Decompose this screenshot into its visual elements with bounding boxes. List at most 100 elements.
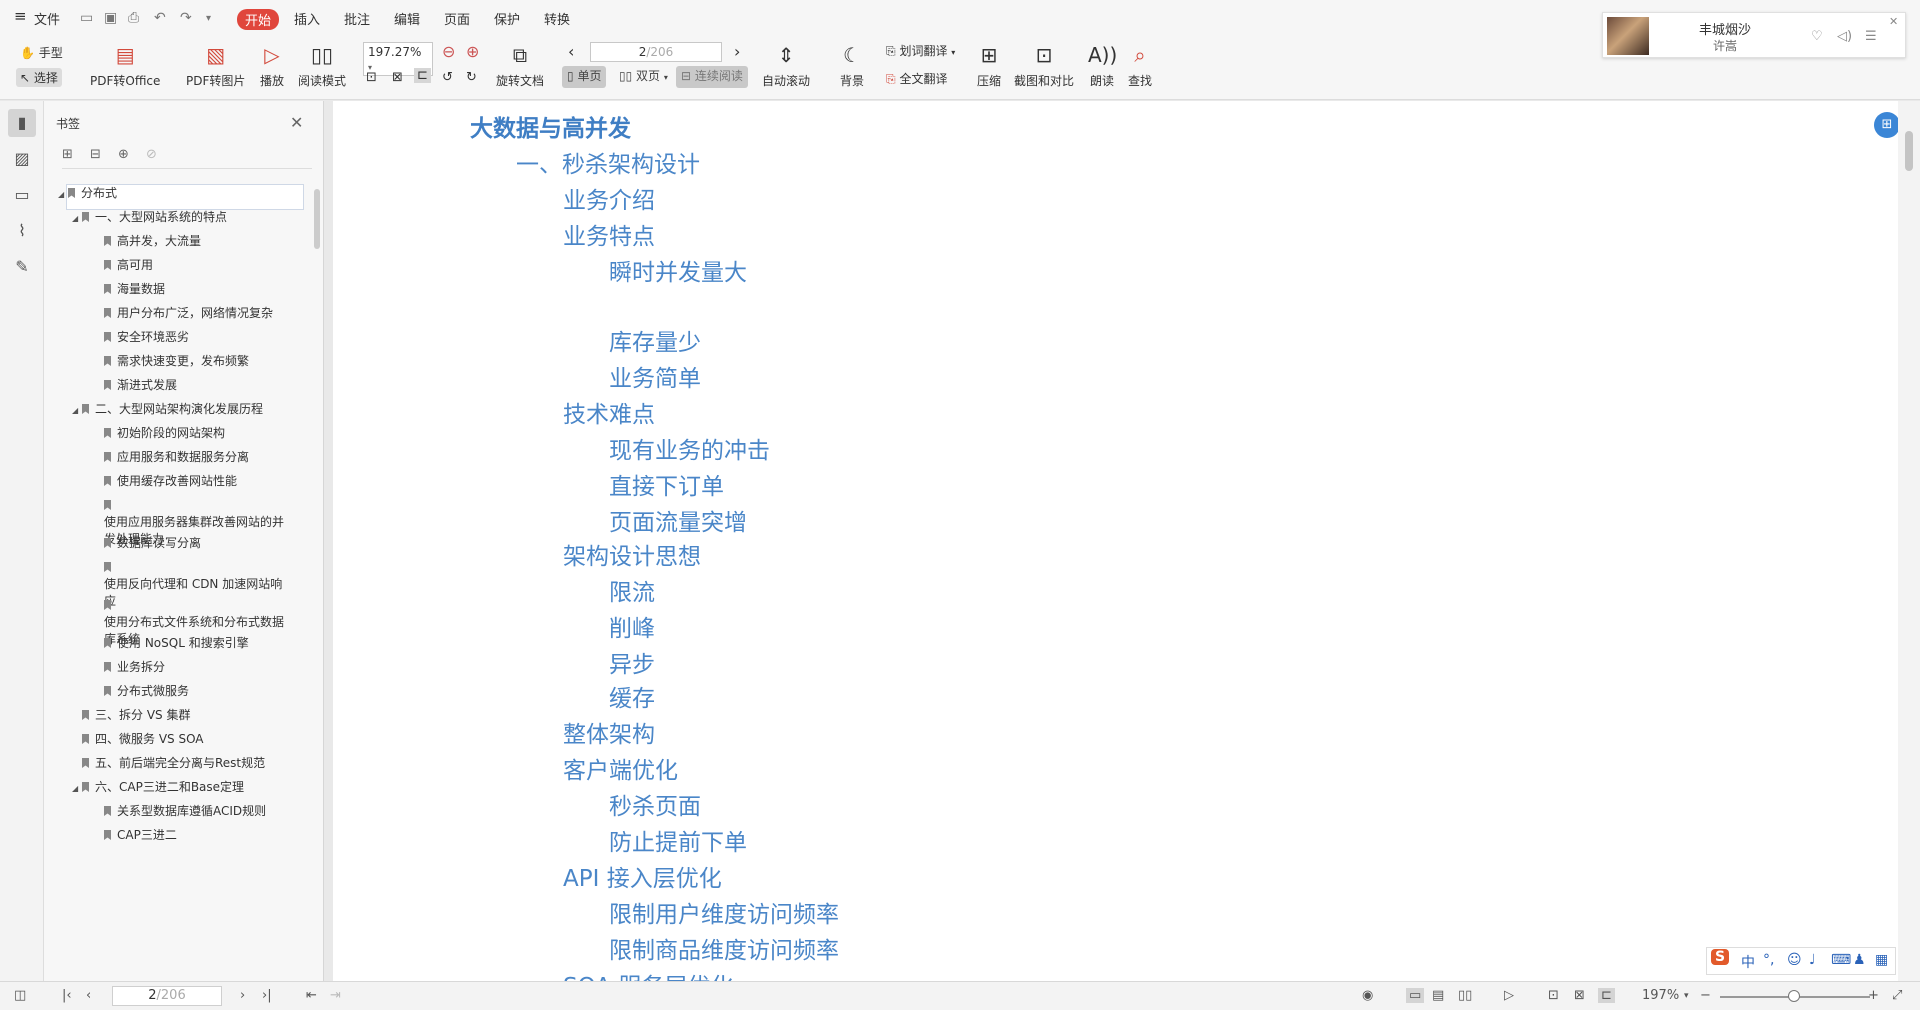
bookmark-item[interactable]: 高并发，大流量 xyxy=(104,233,201,250)
status-fit-width-icon[interactable]: ⊏ xyxy=(1598,988,1615,1003)
translate-dropdown-icon[interactable]: ▾ xyxy=(951,48,955,57)
compress-button[interactable]: ⊞ 压缩 xyxy=(975,42,1003,89)
ime-menu-icon[interactable]: ▦ xyxy=(1875,952,1888,968)
bookmark-item[interactable]: 渐进式发展 xyxy=(104,377,177,394)
close-panel-icon[interactable]: ✕ xyxy=(290,113,303,132)
add-bookmark-icon[interactable]: ⊕ xyxy=(118,147,129,162)
tab-annotate[interactable]: 批注 xyxy=(344,9,370,28)
forward-icon[interactable]: ⇥ xyxy=(330,988,341,1003)
eye-protection-icon[interactable]: ◉ xyxy=(1362,988,1373,1003)
expand-arrow-icon[interactable]: ◢ xyxy=(72,210,82,227)
expand-arrow-icon[interactable]: ◢ xyxy=(58,186,68,203)
rotate-doc-button[interactable]: ⧉ 旋转文档 xyxy=(496,42,544,89)
status-play-icon[interactable]: ▷ xyxy=(1504,988,1514,1003)
tab-protect[interactable]: 保护 xyxy=(494,9,520,28)
zoom-out-icon[interactable]: ⊖ xyxy=(442,42,455,61)
auto-scroll-button[interactable]: ⇕ 自动滚动 xyxy=(762,42,810,89)
zoom-slider-knob[interactable] xyxy=(1788,990,1800,1002)
delete-bookmark-icon[interactable]: ⊘ xyxy=(146,147,157,162)
status-continuous-icon[interactable]: ▤ xyxy=(1432,988,1444,1003)
status-fit-page-icon[interactable]: ⊠ xyxy=(1574,988,1585,1003)
double-page-dropdown-icon[interactable]: ▾ xyxy=(664,73,668,82)
background-button[interactable]: ☾ 背景 xyxy=(838,42,866,89)
pdf-to-office-button[interactable]: ▤ PDF转Office xyxy=(90,42,160,89)
microphone-icon[interactable]: ♩ xyxy=(1809,952,1816,968)
signature-icon[interactable]: ✎ xyxy=(8,253,36,281)
last-page-icon[interactable]: ›| xyxy=(262,988,272,1003)
status-double-page-icon[interactable]: ▯▯ xyxy=(1458,988,1472,1003)
thumbnail-icon[interactable]: ▨ xyxy=(8,145,36,173)
tab-insert[interactable]: 插入 xyxy=(294,9,320,28)
find-button[interactable]: ⌕ 查找 xyxy=(1126,42,1154,89)
bookmark-item[interactable]: 数据库读写分离 xyxy=(104,535,201,552)
save-icon[interactable]: ▣ xyxy=(104,10,117,26)
undo-icon[interactable]: ↶ xyxy=(154,10,166,26)
collapse-all-icon[interactable]: ⊟ xyxy=(90,147,101,162)
word-translate-button[interactable]: ⎘ 划词翻译 ▾ xyxy=(886,42,955,59)
rotate-right-icon[interactable]: ↻ xyxy=(466,70,477,85)
quick-access-dropdown-icon[interactable]: ▾ xyxy=(206,13,211,24)
bookmark-scrollbar[interactable] xyxy=(314,189,320,249)
read-aloud-button[interactable]: A)) 朗读 xyxy=(1088,42,1117,89)
bookmark-item[interactable]: 应用服务和数据服务分离 xyxy=(104,449,249,466)
comment-icon[interactable]: ▭ xyxy=(8,181,36,209)
screenshot-compare-button[interactable]: ⊡ 截图和对比 xyxy=(1014,42,1074,89)
bookmark-item[interactable]: 初始阶段的网站架构 xyxy=(104,425,225,442)
tab-edit[interactable]: 编辑 xyxy=(394,9,420,28)
page-number-input[interactable]: 2/206 xyxy=(590,42,722,62)
status-zoom-in[interactable]: + xyxy=(1868,988,1879,1003)
status-zoom-dropdown-icon[interactable]: ▾ xyxy=(1684,991,1689,1001)
play-button[interactable]: ▷ 播放 xyxy=(258,42,286,89)
status-single-page-icon[interactable]: ▭ xyxy=(1406,988,1425,1003)
expand-all-icon[interactable]: ⊞ xyxy=(62,147,73,162)
bookmark-item[interactable]: 用户分布广泛，网络情况复杂 xyxy=(104,305,273,322)
skin-icon[interactable]: ♟ xyxy=(1853,952,1866,968)
status-page-input[interactable]: 2/206 xyxy=(112,986,222,1006)
status-zoom-out[interactable]: − xyxy=(1700,988,1711,1003)
prev-page-icon[interactable]: ‹ xyxy=(568,42,574,61)
expand-arrow-icon[interactable]: ◢ xyxy=(72,402,82,419)
bookmark-item[interactable]: 使用 NoSQL 和搜索引擎 xyxy=(104,635,249,652)
first-page-icon[interactable]: |‹ xyxy=(62,988,72,1003)
bookmark-item[interactable]: 四、微服务 VS SOA xyxy=(72,731,204,748)
double-page-button[interactable]: ▯▯ 双页 ▾ xyxy=(614,66,673,88)
bookmark-item[interactable]: 业务拆分 xyxy=(104,659,165,676)
select-tool-button[interactable]: ↖ 选择 xyxy=(16,68,62,87)
hamburger-menu-icon[interactable]: ≡ xyxy=(14,7,27,25)
fit-page-icon[interactable]: ⊠ xyxy=(392,70,403,85)
status-prev-page-icon[interactable]: ‹ xyxy=(86,988,91,1003)
tab-page[interactable]: 页面 xyxy=(444,9,470,28)
bookmark-item[interactable]: ◢ 分布式 xyxy=(58,185,117,203)
next-page-icon[interactable]: › xyxy=(734,42,740,61)
status-actual-size-icon[interactable]: ⊡ xyxy=(1548,988,1559,1003)
close-icon[interactable]: ✕ xyxy=(1889,15,1898,28)
vertical-scrollbar[interactable] xyxy=(1898,101,1920,981)
ime-language[interactable]: 中 xyxy=(1741,952,1755,972)
tab-start[interactable]: 开始 xyxy=(237,9,280,30)
toggle-sidebar-icon[interactable]: ◫ xyxy=(14,988,26,1003)
heart-icon[interactable]: ♡ xyxy=(1811,29,1823,44)
scroll-thumb[interactable] xyxy=(1905,131,1913,171)
rotate-left-icon[interactable]: ↺ xyxy=(442,70,453,85)
playlist-icon[interactable]: ☰ xyxy=(1865,29,1877,44)
zoom-in-icon[interactable]: ⊕ xyxy=(466,42,479,61)
bookmark-item[interactable]: 五、前后端完全分离与Rest规范 xyxy=(72,755,265,772)
single-page-button[interactable]: ▯ 单页 xyxy=(562,66,607,88)
fullscreen-icon[interactable]: ⤢ xyxy=(1892,988,1902,1003)
pdf-page-view[interactable]: 大数据与高并发 一、秒杀架构设计 业务介绍 业务特点 瞬时并发量大 库存量少 业务简单 技术难… xyxy=(333,101,1898,981)
bookmark-item[interactable]: 分布式微服务 xyxy=(104,683,189,700)
volume-icon[interactable]: ◁) xyxy=(1837,29,1852,44)
bookmark-item[interactable]: 三、拆分 VS 集群 xyxy=(72,707,190,724)
bookmark-panel-icon[interactable]: ▮ xyxy=(8,109,36,137)
emoji-icon[interactable]: ☺ xyxy=(1787,952,1802,968)
bookmark-item[interactable]: ◢ 六、CAP三进二和Base定理 xyxy=(72,779,244,797)
music-mini-player[interactable]: 丰城烟沙 许嵩 ♡ ◁) ☰ ✕ xyxy=(1602,12,1906,58)
bookmark-item[interactable]: 关系型数据库遵循ACID规则 xyxy=(104,803,266,820)
attachment-icon[interactable]: ⌇ xyxy=(8,217,36,245)
bookmark-item[interactable]: ◢ 二、大型网站架构演化发展历程 xyxy=(72,401,263,419)
status-next-page-icon[interactable]: › xyxy=(240,988,245,1003)
read-mode-button[interactable]: ▯▯ 阅读模式 xyxy=(298,42,346,89)
hand-tool-button[interactable]: ✋ 手型 xyxy=(20,44,63,61)
bookmark-item[interactable]: ◢ 一、大型网站系统的特点 xyxy=(72,209,227,227)
open-folder-icon[interactable]: ▭ xyxy=(80,10,93,26)
